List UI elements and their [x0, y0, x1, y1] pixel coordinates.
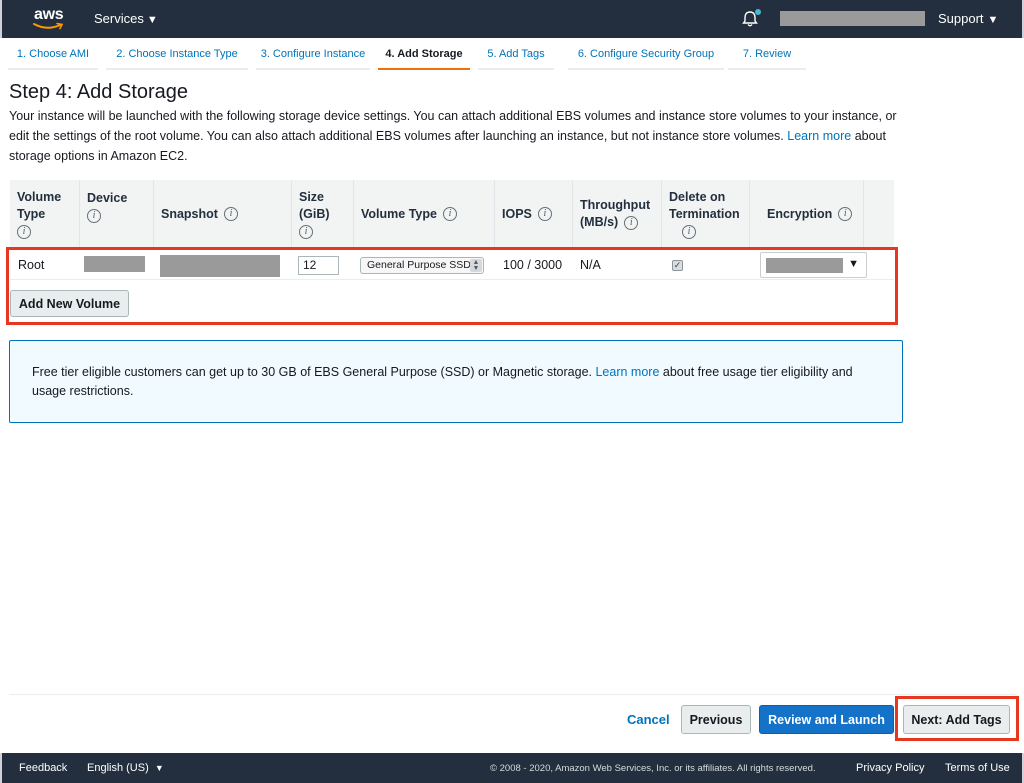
caret-down-icon: ▼ [987, 14, 999, 26]
support-label: Support [938, 11, 984, 26]
snapshot-redacted [160, 255, 280, 277]
col-iops: IOPS i [495, 180, 573, 248]
aws-smile-icon [33, 22, 64, 30]
intro-text: Your instance will be launched with the … [9, 109, 897, 143]
tab-choose-ami[interactable]: 1. Choose AMI [8, 44, 98, 70]
caret-down-icon: ▼ [154, 763, 164, 773]
previous-button[interactable]: Previous [681, 705, 751, 734]
feedback-link[interactable]: Feedback [19, 762, 67, 774]
encryption-select[interactable]: ▼ [760, 252, 867, 278]
volume-type-select[interactable]: General Purpose SSD ▲ ▼ [360, 256, 484, 274]
aws-logo[interactable]: aws [32, 5, 68, 33]
notice-text: Free tier eligible customers can get up … [32, 365, 592, 379]
cell-iops: 100 / 3000 [503, 258, 563, 272]
caret-down-icon: ▼ [848, 258, 859, 270]
info-icon[interactable]: i [624, 215, 639, 230]
header-volume-type-line1: Volume [17, 190, 62, 204]
cell-delete-on-termination: ✓ [672, 250, 683, 280]
privacy-policy-link[interactable]: Privacy Policy [856, 762, 924, 774]
col-volume-type: Volume Type i [10, 180, 80, 248]
tab-add-storage[interactable]: 4. Add Storage [378, 44, 470, 70]
page-title: Step 4: Add Storage [9, 81, 189, 103]
support-menu[interactable]: Support ▼ [938, 11, 998, 26]
cell-volume-type-select: General Purpose SSD ▲ ▼ [360, 250, 484, 280]
info-icon[interactable]: i [537, 207, 552, 221]
header-throughput-line1: Throughput [580, 198, 651, 212]
actions-divider [9, 694, 1017, 695]
header-size-line1: Size [299, 190, 325, 204]
cell-snapshot [160, 250, 280, 280]
learn-more-storage-link[interactable]: Learn more [787, 129, 851, 143]
tab-configure-security-group[interactable]: 6. Configure Security Group [568, 44, 724, 70]
header-delete-line2: Termination [669, 207, 740, 221]
col-snapshot: Snapshot i [154, 180, 292, 248]
top-navigation-bar: aws Services ▼ Support ▼ [0, 0, 1024, 38]
info-icon[interactable]: i [682, 225, 696, 239]
learn-more-free-tier-link[interactable]: Learn more [595, 365, 659, 379]
tab-configure-instance[interactable]: 3. Configure Instance [256, 44, 370, 70]
header-size-line2: (GiB) [299, 207, 330, 221]
header-encryption: Encryption [767, 206, 833, 221]
review-and-launch-button[interactable]: Review and Launch [759, 705, 894, 734]
account-name-redacted[interactable] [780, 11, 925, 26]
info-icon[interactable]: i [223, 207, 238, 221]
col-size: Size (GiB) i [292, 180, 354, 248]
header-delete-line1: Delete on [669, 190, 726, 204]
header-throughput-line2: (MB/s) [580, 215, 619, 229]
caret-down-icon: ▼ [146, 14, 158, 26]
info-icon[interactable]: i [442, 207, 457, 221]
table-row: Root General Purpose SSD ▲▼ 100 / 3000 N… [10, 250, 894, 280]
add-new-volume-button[interactable]: Add New Volume [10, 290, 129, 317]
col-device: Device i [80, 180, 154, 248]
cell-device [84, 250, 145, 280]
header-volume-type-line2: Type [17, 207, 46, 221]
delete-on-termination-checkbox[interactable]: ✓ [672, 259, 683, 271]
info-icon[interactable]: i [17, 225, 31, 239]
cell-size [298, 250, 339, 280]
cell-volume-type: Root [18, 258, 45, 272]
col-encryption: Encryption i [750, 180, 864, 248]
header-iops: IOPS [502, 206, 532, 221]
language-label: English (US) [87, 762, 149, 774]
volume-type-selected: General Purpose SSD [367, 259, 471, 271]
free-tier-notice: Free tier eligible customers can get up … [9, 340, 903, 423]
info-icon[interactable]: i [87, 208, 101, 223]
cell-encryption: ▼ [760, 250, 867, 280]
header-snapshot: Snapshot [161, 206, 218, 221]
tab-choose-instance-type[interactable]: 2. Choose Instance Type [106, 44, 248, 70]
col-delete-on-termination: Delete on Termination i [662, 180, 750, 248]
info-icon[interactable]: i [299, 225, 313, 239]
tab-add-tags[interactable]: 5. Add Tags [478, 44, 554, 70]
info-icon[interactable]: i [838, 207, 853, 221]
terms-of-use-link[interactable]: Terms of Use [945, 762, 1010, 774]
notification-dot [755, 9, 761, 15]
select-spinner-icon: ▲ ▼ [470, 258, 482, 272]
col-volume-type-select: Volume Type i [354, 180, 495, 248]
header-vol-type: Volume Type [361, 206, 437, 221]
services-menu[interactable]: Services ▼ [94, 11, 158, 26]
tab-review[interactable]: 7. Review [728, 44, 806, 70]
size-input[interactable] [298, 255, 339, 275]
device-redacted [84, 255, 145, 272]
cell-throughput: N/A [580, 258, 601, 272]
copyright-text: © 2008 - 2020, Amazon Web Services, Inc.… [490, 763, 816, 774]
cancel-link[interactable]: Cancel [627, 712, 670, 727]
services-label: Services [94, 11, 144, 26]
col-throughput: Throughput (MB/s) i [573, 180, 662, 248]
header-device: Device [87, 190, 128, 205]
encryption-value-redacted [766, 258, 843, 273]
intro-paragraph: Your instance will be launched with the … [9, 106, 909, 166]
bottom-bar: Feedback English (US) ▼ © 2008 - 2020, A… [0, 753, 1024, 783]
next-add-tags-button[interactable]: Next: Add Tags [903, 705, 1010, 734]
storage-table-header: Volume Type i Device i Snapshot i Size (… [10, 180, 894, 248]
language-selector[interactable]: English (US) ▼ [87, 762, 164, 774]
